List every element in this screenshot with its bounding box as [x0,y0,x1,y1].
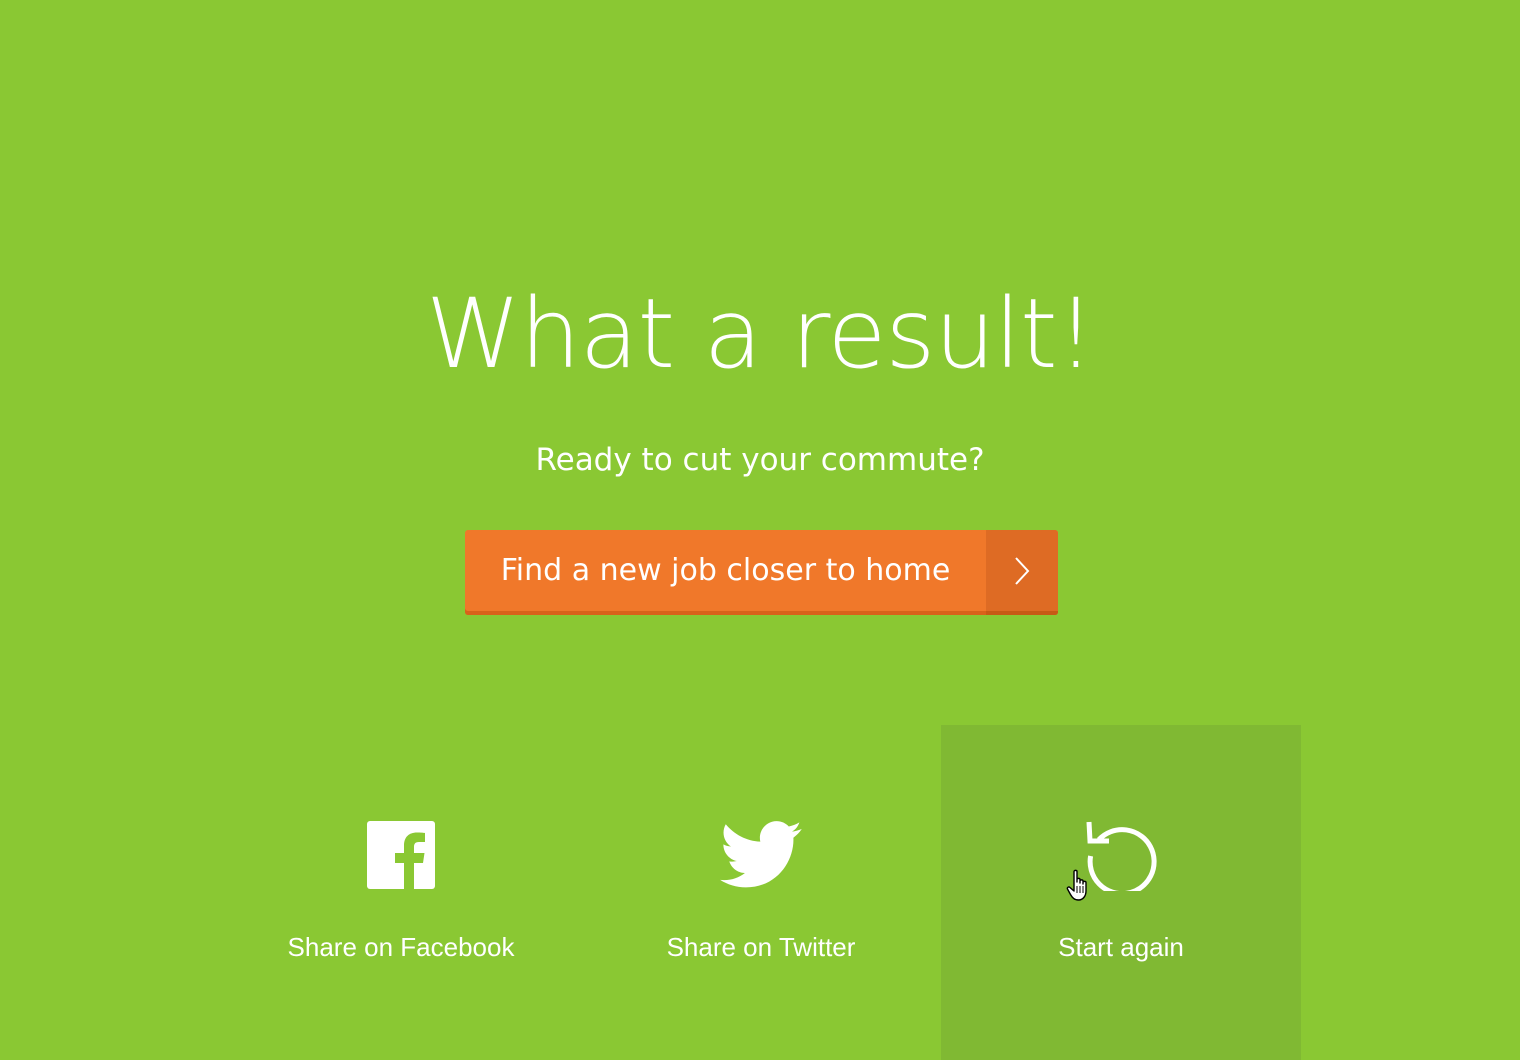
result-subheadline: Ready to cut your commute? [535,442,985,478]
restart-icon [1086,821,1157,891]
share-twitter-label: Share on Twitter [666,932,856,962]
start-again-label: Start again [1058,932,1184,962]
facebook-icon [367,821,435,889]
share-twitter-button[interactable]: Share on Twitter [581,725,941,1060]
chevron-right-icon [986,530,1058,615]
share-facebook-label: Share on Facebook [287,932,515,962]
find-job-button[interactable]: Find a new job closer to home [465,530,1058,615]
action-tiles: Share on Facebook Share on Twitter Start… [221,725,1301,1060]
start-again-button[interactable]: Start again [941,725,1301,1060]
result-headline: What a result! [425,278,1095,390]
result-page: What a result! Ready to cut your commute… [0,0,1520,1060]
find-job-button-label: Find a new job closer to home [500,553,951,588]
twitter-icon [720,821,802,888]
share-facebook-button[interactable]: Share on Facebook [221,725,581,1060]
